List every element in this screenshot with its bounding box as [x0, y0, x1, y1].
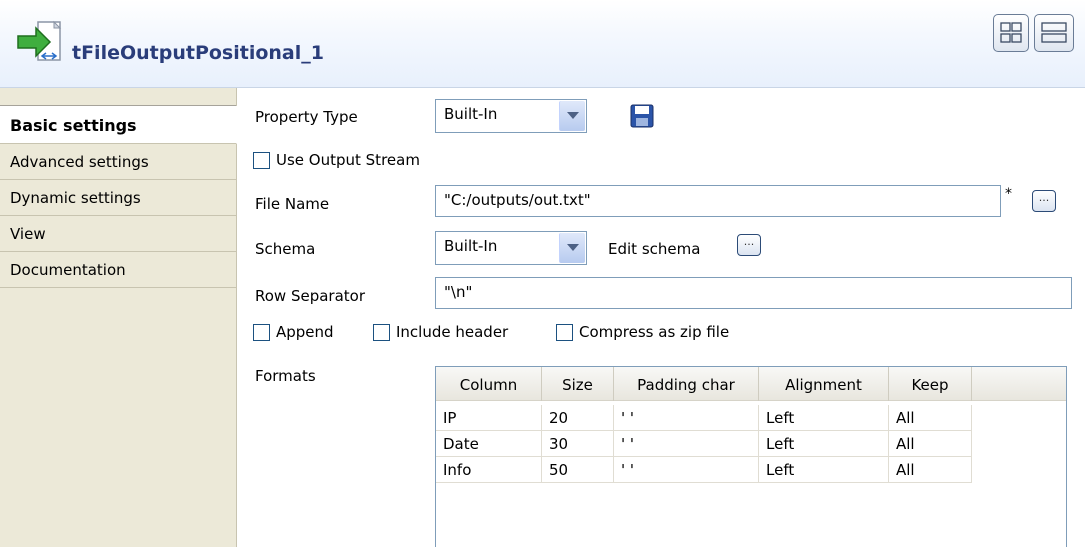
- schema-label: Schema: [255, 240, 316, 258]
- save-floppy-icon[interactable]: [630, 104, 654, 128]
- tab-advanced-settings[interactable]: Advanced settings: [0, 144, 236, 180]
- property-type-value: Built-In: [444, 105, 498, 123]
- component-title: tFileOutputPositional_1: [72, 42, 324, 64]
- column-header-size[interactable]: Size: [542, 367, 614, 401]
- cell-column[interactable]: Date: [436, 431, 542, 457]
- cell-keep[interactable]: All: [889, 405, 972, 431]
- tab-documentation[interactable]: Documentation: [0, 252, 236, 288]
- cell-padding-char[interactable]: ' ': [614, 457, 759, 483]
- cell-alignment[interactable]: Left: [759, 405, 889, 431]
- compress-zip-checkbox[interactable]: [556, 324, 573, 341]
- cell-size[interactable]: 50: [542, 457, 614, 483]
- tab-basic-settings[interactable]: Basic settings: [0, 106, 237, 144]
- edit-schema-label: Edit schema: [608, 240, 701, 258]
- cell-size[interactable]: 30: [542, 431, 614, 457]
- file-name-value: "C:/outputs/out.txt": [444, 191, 591, 209]
- component-title-bar: tFileOutputPositional_1: [0, 0, 1085, 88]
- table-header: Column Size Padding char Alignment Keep: [436, 367, 1066, 401]
- compress-zip-label: Compress as zip file: [579, 323, 730, 341]
- rows-layout-icon: [1041, 22, 1067, 43]
- property-type-select[interactable]: Built-In: [435, 99, 587, 133]
- use-output-stream-label: Use Output Stream: [276, 151, 420, 169]
- append-label: Append: [276, 323, 334, 341]
- tab-dynamic-settings[interactable]: Dynamic settings: [0, 180, 236, 216]
- settings-sidebar: Basic settings Advanced settings Dynamic…: [0, 88, 237, 547]
- schema-select[interactable]: Built-In: [435, 231, 587, 265]
- append-checkbox[interactable]: [253, 324, 270, 341]
- edit-schema-button[interactable]: ...: [737, 234, 761, 256]
- required-mark: *: [1005, 186, 1012, 202]
- cell-alignment[interactable]: Left: [759, 431, 889, 457]
- cell-padding-char[interactable]: ' ': [614, 431, 759, 457]
- row-separator-label: Row Separator: [255, 287, 366, 305]
- grid-layout-icon: [1000, 22, 1022, 43]
- cell-size[interactable]: 20: [542, 405, 614, 431]
- sidebar-spacer: [0, 88, 236, 106]
- use-output-stream-checkbox[interactable]: [253, 152, 270, 169]
- chevron-down-icon: [559, 101, 585, 131]
- file-name-label: File Name: [255, 195, 330, 213]
- row-separator-value: "\n": [444, 283, 473, 301]
- file-name-input[interactable]: "C:/outputs/out.txt": [435, 185, 1001, 217]
- cell-padding-char[interactable]: ' ': [614, 405, 759, 431]
- column-header-column[interactable]: Column: [436, 367, 542, 401]
- file-output-arrow-icon: [17, 20, 62, 61]
- cell-keep[interactable]: All: [889, 457, 972, 483]
- schema-value: Built-In: [444, 237, 498, 255]
- cell-alignment[interactable]: Left: [759, 457, 889, 483]
- row-separator-input[interactable]: "\n": [435, 277, 1072, 309]
- formats-table: Column Size Padding char Alignment Keep …: [435, 366, 1067, 547]
- cell-keep[interactable]: All: [889, 431, 972, 457]
- tab-view[interactable]: View: [0, 216, 236, 252]
- column-header-alignment[interactable]: Alignment: [759, 367, 889, 401]
- include-header-label: Include header: [396, 323, 509, 341]
- browse-file-button[interactable]: ...: [1032, 190, 1056, 212]
- grid-layout-button[interactable]: [993, 14, 1029, 52]
- include-header-checkbox[interactable]: [373, 324, 390, 341]
- rows-layout-button[interactable]: [1034, 14, 1074, 52]
- cell-column[interactable]: IP: [436, 405, 542, 431]
- property-type-label: Property Type: [255, 108, 358, 126]
- cell-column[interactable]: Info: [436, 457, 542, 483]
- column-header-padding-char[interactable]: Padding char: [614, 367, 759, 401]
- formats-label: Formats: [255, 367, 316, 385]
- chevron-down-icon: [559, 233, 585, 263]
- column-header-keep[interactable]: Keep: [889, 367, 972, 401]
